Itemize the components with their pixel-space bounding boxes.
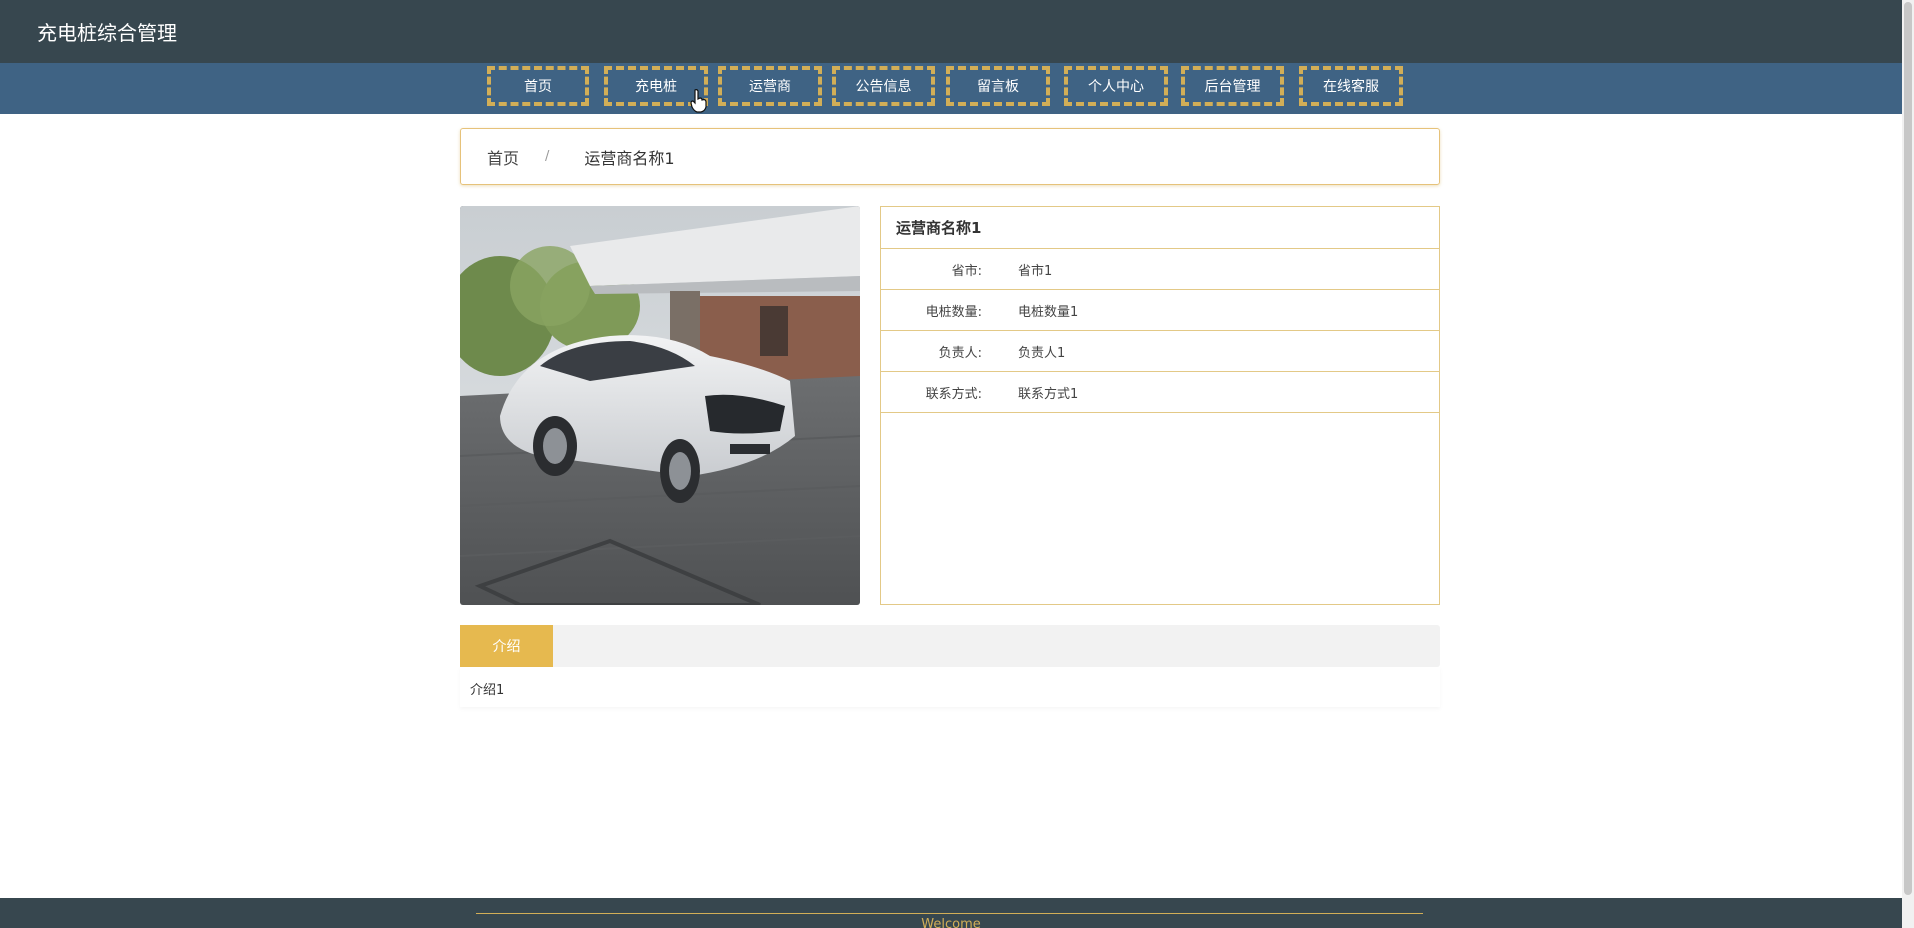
footer-welcome-text: Welcome xyxy=(921,917,981,928)
nav-item-admin[interactable]: 后台管理 xyxy=(1181,66,1284,106)
info-row-province: 省市: 省市1 xyxy=(881,249,1439,290)
operator-photo xyxy=(460,206,860,605)
site-title: 充电桩综合管理 xyxy=(37,21,177,45)
footer: Welcome xyxy=(0,898,1902,928)
info-label: 电桩数量: xyxy=(925,304,982,320)
nav-item-online-service[interactable]: 在线客服 xyxy=(1299,66,1403,106)
tab-intro[interactable]: 介绍 xyxy=(460,625,553,667)
nav-item-home[interactable]: 首页 xyxy=(487,66,589,106)
info-value: 电桩数量1 xyxy=(1018,304,1079,320)
main-nav: 首页 充电桩 运营商 公告信息 留言板 个人中心 后台管理 在线客服 xyxy=(0,63,1902,114)
info-value: 联系方式1 xyxy=(1018,386,1079,402)
scrollbar-thumb[interactable] xyxy=(1904,2,1912,895)
info-label: 省市: xyxy=(951,263,982,279)
nav-item-message-board[interactable]: 留言板 xyxy=(946,66,1050,106)
page-scrollbar[interactable] xyxy=(1902,0,1914,928)
breadcrumb: 首页 / 运营商名称1 xyxy=(460,128,1440,185)
nav-item-operator[interactable]: 运营商 xyxy=(718,66,822,106)
nav-item-announcement[interactable]: 公告信息 xyxy=(832,66,935,106)
info-value: 省市1 xyxy=(1018,263,1053,279)
info-value: 负责人1 xyxy=(1018,345,1066,361)
breadcrumb-current: 运营商名称1 xyxy=(584,148,675,168)
intro-content: 介绍1 xyxy=(460,667,1440,707)
operator-info-panel: 运营商名称1 省市: 省市1 电桩数量: 电桩数量1 负责人: 负责人1 联系方… xyxy=(880,206,1440,605)
breadcrumb-separator: / xyxy=(545,149,550,164)
hand-pointer-icon xyxy=(690,89,708,117)
info-label: 负责人: xyxy=(938,345,982,361)
top-header: 充电桩综合管理 xyxy=(0,0,1902,63)
nav-item-personal-center[interactable]: 个人中心 xyxy=(1064,66,1168,106)
info-row-pile-count: 电桩数量: 电桩数量1 xyxy=(881,290,1439,331)
detail-tabs: 介绍 xyxy=(460,625,1440,667)
breadcrumb-home-link[interactable]: 首页 xyxy=(487,145,519,169)
footer-divider xyxy=(476,913,1423,914)
info-label: 联系方式: xyxy=(925,386,982,402)
info-row-manager: 负责人: 负责人1 xyxy=(881,331,1439,372)
info-row-contact: 联系方式: 联系方式1 xyxy=(881,372,1439,413)
operator-name-title: 运营商名称1 xyxy=(881,207,1439,249)
